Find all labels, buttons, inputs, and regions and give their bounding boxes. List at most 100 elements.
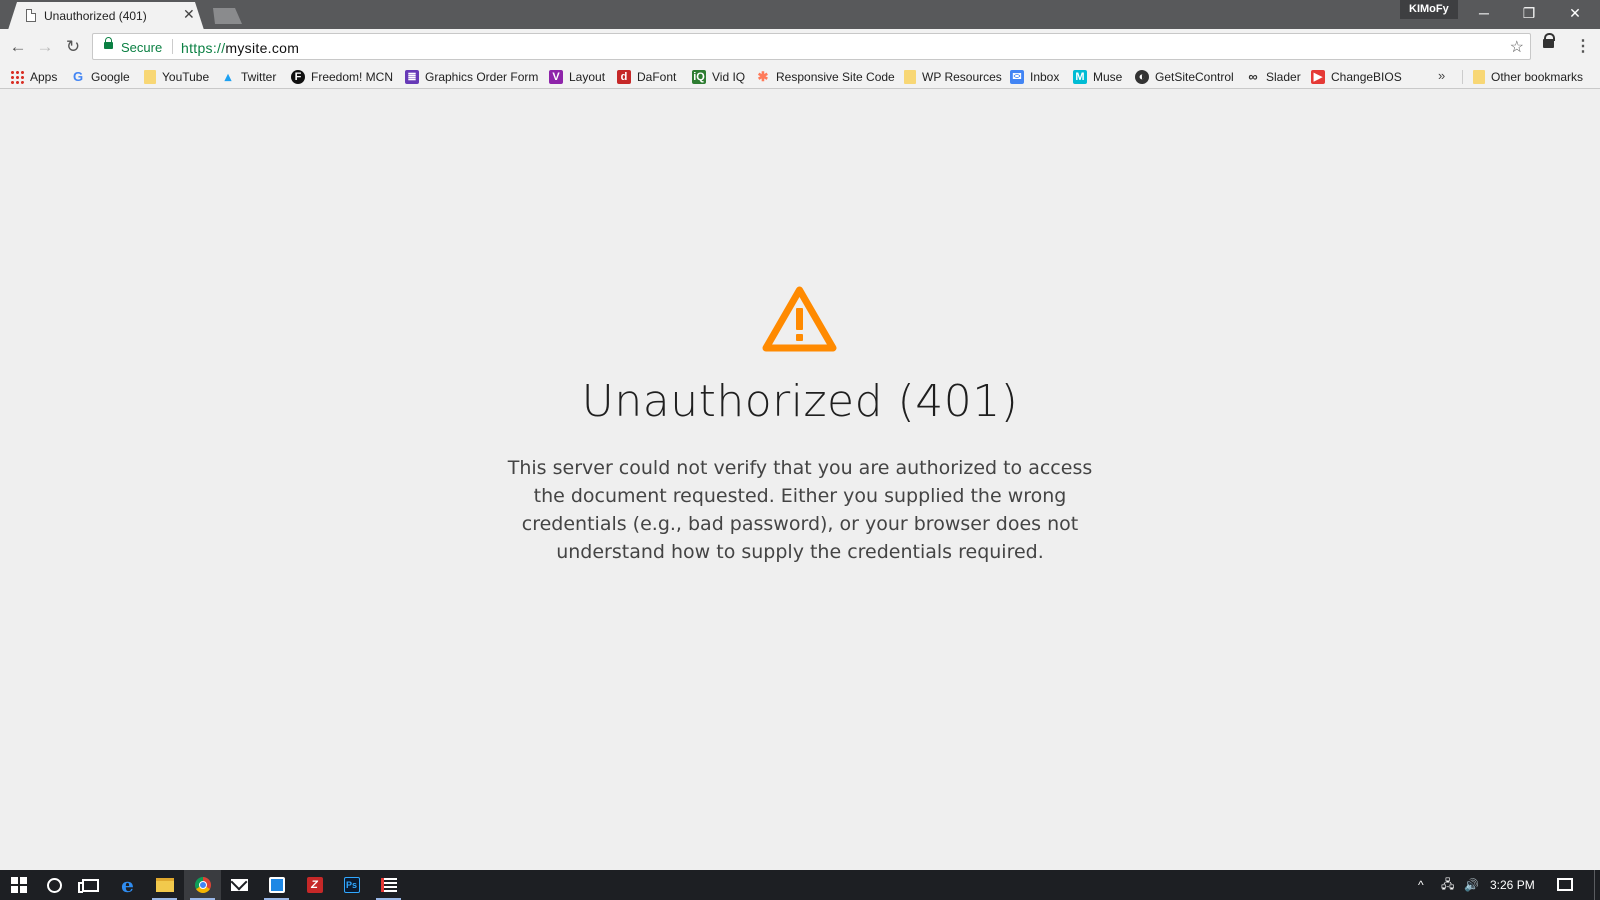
dafont-icon: d (617, 70, 631, 84)
folder-icon (144, 70, 156, 84)
secure-lock-icon[interactable] (104, 37, 113, 49)
notepad-icon (268, 877, 285, 893)
new-tab-button[interactable] (213, 8, 242, 24)
bookmark-label: Slader (1266, 70, 1301, 84)
inbox-icon: ✉ (1010, 70, 1024, 84)
hubspot-icon: ✱ (757, 69, 769, 84)
photoshop-icon: Ps (343, 877, 360, 893)
task-view-icon (78, 878, 99, 893)
bookmark-label: Apps (30, 70, 58, 84)
edge-icon: e (121, 873, 134, 897)
volume-icon[interactable]: 🔊 (1464, 870, 1479, 900)
bookmark-label: YouTube (162, 70, 210, 84)
bookmark-item[interactable]: ≣ Graphics Order Form (405, 68, 538, 86)
list-app[interactable] (370, 870, 407, 900)
bookmark-label: Layout (569, 70, 606, 84)
task-view-button[interactable] (72, 870, 109, 900)
bookmark-label: Twitter (241, 70, 277, 84)
photoshop-app[interactable]: Ps (333, 870, 370, 900)
bookmark-label: Responsive Site Code (776, 70, 895, 84)
network-icon[interactable]: 🖧 (1441, 870, 1454, 900)
bookmark-label: Muse (1093, 70, 1123, 84)
address-bar[interactable]: Secure https://mysite.com ☆ (92, 33, 1531, 60)
youtube-icon: ▶ (1311, 70, 1325, 84)
extension-lock-icon[interactable] (1543, 33, 1555, 48)
muse-icon: M (1073, 70, 1087, 84)
taskbar-clock[interactable]: 3:26 PM (1490, 878, 1535, 892)
bookmark-item[interactable]: WP Resources (904, 68, 1002, 86)
layout-icon: V (549, 70, 563, 84)
bookmark-label: DaFont (637, 70, 677, 84)
secure-label[interactable]: Secure (121, 40, 162, 55)
folder-icon (904, 70, 916, 84)
twitter-icon: ▴ (224, 69, 232, 84)
warning-icon (762, 286, 837, 352)
other-bookmarks-label: Other bookmarks (1491, 70, 1584, 84)
bookmark-item[interactable]: Apps (10, 68, 57, 86)
bookmarks-overflow-button[interactable]: » (1438, 68, 1445, 83)
mail-app[interactable] (221, 870, 258, 900)
windows-logo-icon (10, 877, 27, 893)
bookmark-label: GetSiteControl (1155, 70, 1234, 84)
bookmark-item[interactable]: ◐ GetSiteControl (1135, 68, 1234, 86)
filezilla-app[interactable]: Z (296, 870, 333, 900)
minimize-button[interactable]: ─ (1472, 3, 1496, 23)
tab-close-icon[interactable]: ✕ (183, 7, 195, 21)
edge-app[interactable]: e (109, 870, 146, 900)
bookmark-item[interactable]: ✉ Inbox (1010, 68, 1059, 86)
browser-menu-icon[interactable]: ⋮ (1575, 37, 1591, 57)
bookmark-item[interactable]: iQ Vid IQ (692, 68, 745, 86)
cortana-button[interactable] (36, 870, 73, 900)
notepad-app[interactable] (258, 870, 295, 900)
other-bookmarks[interactable]: Other bookmarks (1473, 68, 1583, 86)
url-text[interactable]: https://mysite.com (181, 40, 299, 56)
forward-button[interactable]: → (35, 37, 55, 57)
page-content: Unauthorized (401) This server could not… (0, 90, 1600, 870)
bookmark-item[interactable]: G Google (71, 68, 130, 86)
bookmark-item[interactable]: d DaFont (617, 68, 676, 86)
bookmark-label: Google (91, 70, 130, 84)
getsitecontrol-icon: ◐ (1135, 70, 1149, 84)
back-button[interactable]: ← (8, 37, 28, 57)
bookmark-item[interactable]: V Layout (549, 68, 605, 86)
bookmark-item[interactable]: ∞ Slader (1246, 68, 1301, 86)
tab-strip: Unauthorized (401) ✕ KIMoFy ─ ❐ ✕ (0, 0, 1600, 30)
profile-name[interactable]: KIMoFy (1400, 0, 1458, 19)
close-window-button[interactable]: ✕ (1563, 3, 1587, 23)
bookmark-label: WP Resources (922, 70, 1002, 84)
bookmark-item[interactable]: ▴ Twitter (221, 68, 277, 86)
restore-button[interactable]: ❐ (1517, 3, 1541, 23)
omnibox-divider (172, 39, 173, 54)
show-desktop-button[interactable] (1594, 870, 1595, 900)
bookmark-star-icon[interactable]: ☆ (1510, 37, 1524, 57)
bookmark-label: Graphics Order Form (425, 70, 539, 84)
chrome-icon (194, 877, 211, 893)
action-center-icon[interactable] (1557, 878, 1573, 891)
bookmark-item[interactable]: ✱ Responsive Site Code (756, 68, 895, 86)
bookmark-item[interactable]: YouTube (144, 68, 209, 86)
file-explorer-app[interactable] (146, 870, 183, 900)
start-button[interactable] (0, 870, 37, 900)
url-scheme: https:// (181, 40, 226, 56)
url-host: mysite.com (225, 40, 300, 56)
bookmark-item[interactable]: M Muse (1073, 68, 1122, 86)
slader-icon: ∞ (1248, 69, 1258, 84)
tab-active[interactable]: Unauthorized (401) ✕ (8, 2, 204, 30)
folder-icon (155, 878, 174, 892)
browser-toolbar: ← → ↻ Secure https://mysite.com ☆ ⋮ (0, 29, 1600, 65)
filezilla-icon: Z (306, 877, 323, 893)
bookmark-label: ChangeBIOS (1331, 70, 1402, 84)
windows-taskbar: ^ 🖧 🔊 3:26 PM e Z Ps (0, 870, 1600, 900)
tab-title: Unauthorized (401) (44, 9, 147, 23)
form-icon: ≣ (405, 70, 419, 84)
reload-button[interactable]: ↻ (63, 37, 83, 57)
bookmark-item[interactable]: F Freedom! MCN (291, 68, 393, 86)
bookmark-item[interactable]: ▶ ChangeBIOS (1311, 68, 1402, 86)
tray-overflow-chevron[interactable]: ^ (1418, 870, 1424, 900)
google-icon: G (72, 69, 84, 84)
apps-grid-icon (10, 70, 24, 84)
folder-icon (1473, 70, 1485, 84)
chrome-app[interactable] (184, 870, 221, 900)
bookmark-label: Inbox (1030, 70, 1060, 84)
error-description: This server could not verify that you ar… (507, 457, 1093, 563)
